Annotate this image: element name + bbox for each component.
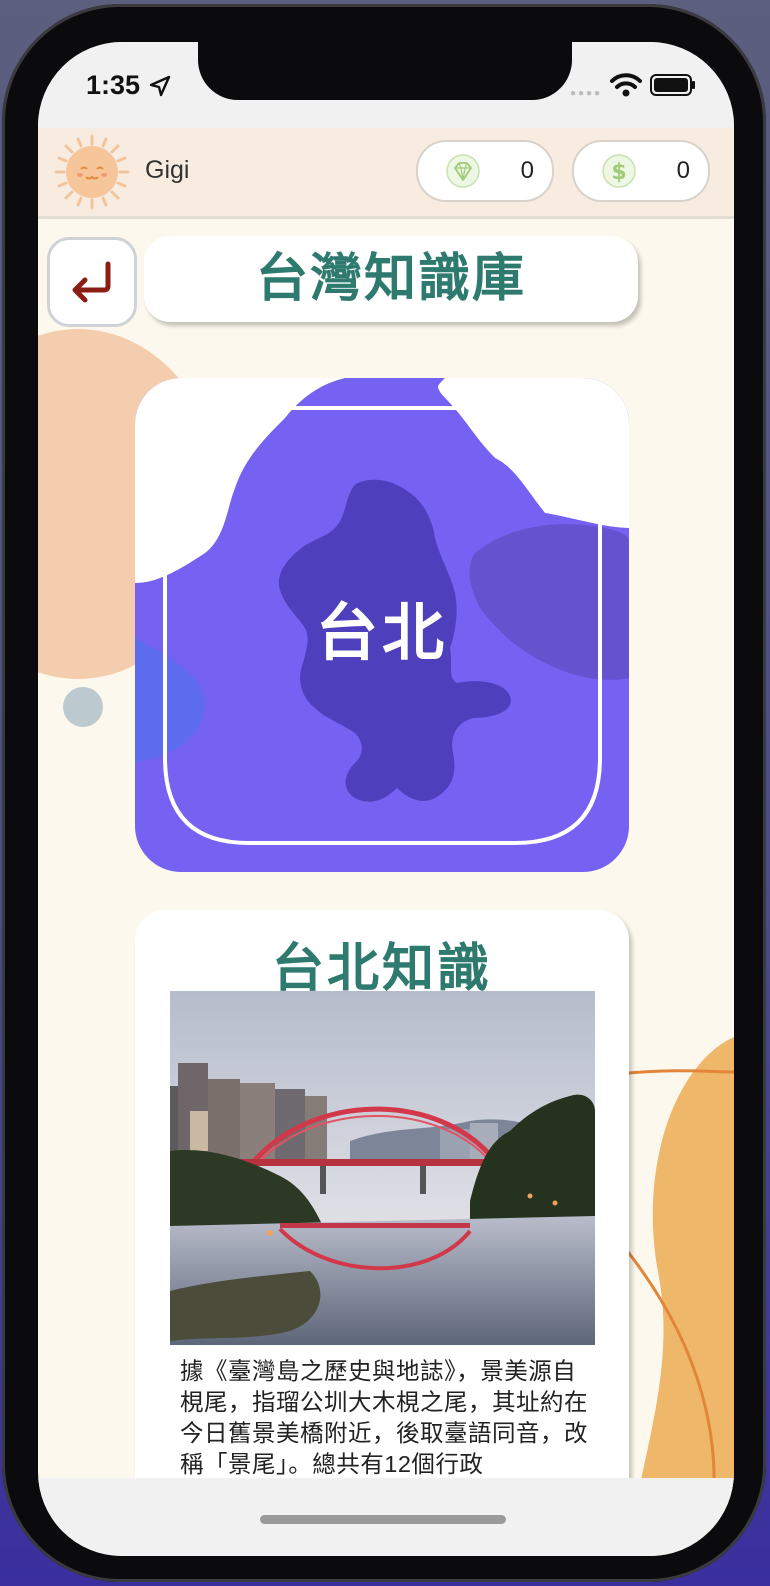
status-time: 1:35 (86, 70, 141, 100)
city-bridge-at-dusk-photo (170, 991, 595, 1345)
return-arrow-icon (72, 261, 111, 303)
location-arrow-icon (149, 75, 171, 97)
cellular-signal-icon: ●●●● (570, 88, 603, 99)
diamond-icon (446, 154, 480, 188)
username: Gigi (145, 156, 190, 184)
battery-icon (650, 74, 695, 96)
svg-text:$: $ (611, 160, 626, 185)
app-screen: 1:35 ●●●● Gigi 0 $ 0 台灣知識庫 台北 台北知識 據《臺灣島… (38, 42, 734, 1556)
knowledge-title: 台北知識 (271, 940, 492, 998)
phone-frame: 1:35 ●●●● Gigi 0 $ 0 台灣知識庫 台北 台北知識 據《臺灣島… (2, 4, 766, 1582)
knowledge-text: 據《臺灣島之歷史與地誌》，景美源自梘尾，指瑠公圳大木梘之尾，其址約在今日舊景美橋… (180, 1358, 588, 1477)
home-bar-area (38, 1478, 734, 1556)
knowledge-card: 台北知識 據《臺灣島之歷史與地誌》，景美源自梘尾，指瑠公圳大木梘之尾，其址約在今… (135, 910, 629, 1556)
gem-count: 0 (520, 157, 534, 184)
region-label: 台北 (315, 599, 448, 668)
dollar-icon: $ (602, 154, 636, 188)
page-title: 台灣知識庫 (255, 250, 526, 308)
coin-counter[interactable]: $ 0 (572, 140, 710, 202)
back-button[interactable] (47, 237, 137, 327)
coin-count: 0 (676, 157, 690, 184)
home-indicator[interactable] (260, 1515, 506, 1524)
blue-dot (63, 687, 103, 727)
status-bar: 1:35 ●●●● (38, 42, 734, 128)
wifi-icon (610, 73, 642, 97)
gem-counter[interactable]: 0 (416, 140, 554, 202)
notch (198, 42, 572, 100)
user-bar: Gigi 0 $ 0 (38, 128, 734, 219)
sun-avatar-icon[interactable] (54, 134, 130, 210)
page-title-box: 台灣知識庫 (144, 236, 638, 322)
region-card-taipei[interactable]: 台北 (135, 378, 629, 872)
